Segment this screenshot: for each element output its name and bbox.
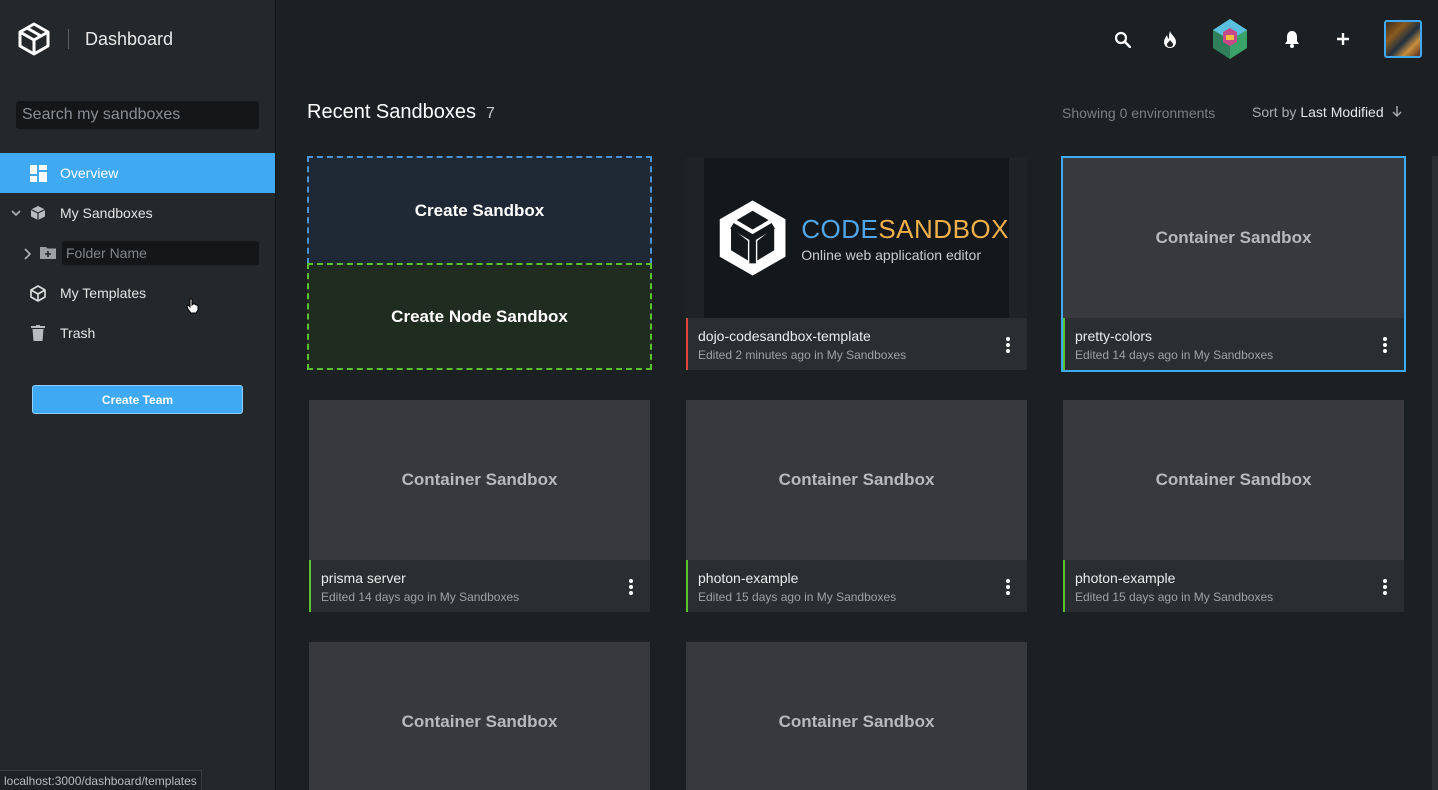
showing-environments-text: Showing 0 environments bbox=[1062, 105, 1216, 121]
sandbox-name: pretty-colors bbox=[1075, 328, 1153, 344]
recent-sandboxes-heading: Recent Sandboxes 7 bbox=[307, 101, 495, 124]
sandbox-thumbnail: Container Sandbox bbox=[1063, 158, 1404, 318]
sandbox-meta: Edited 2 minutes ago in My Sandboxes bbox=[698, 348, 907, 362]
sandbox-meta: Edited 15 days ago in My Sandboxes bbox=[698, 590, 897, 604]
create-sandbox-button[interactable]: Create Sandbox bbox=[307, 156, 652, 264]
sandbox-meta: Edited 14 days ago in My Sandboxes bbox=[1075, 348, 1274, 362]
sandbox-thumbnail: Container Sandbox bbox=[309, 642, 650, 790]
sidebar-item-label: Overview bbox=[60, 165, 119, 181]
sidebar-item-my-sandboxes[interactable]: My Sandboxes bbox=[0, 193, 275, 233]
avatar[interactable] bbox=[1384, 20, 1422, 58]
sandbox-card[interactable]: Container Sandbox photon-example Edited … bbox=[1063, 400, 1404, 612]
sidebar-item-overview[interactable]: Overview bbox=[0, 153, 275, 193]
sort-dropdown[interactable]: Sort by Last Modified bbox=[1252, 104, 1402, 120]
sidebar-item-trash[interactable]: Trash bbox=[0, 313, 275, 353]
sandbox-name: prisma server bbox=[321, 570, 406, 586]
card-footer: prisma server Edited 14 days ago in My S… bbox=[309, 560, 650, 612]
wordmark-sandbox: SANDBOX bbox=[878, 213, 1009, 244]
sandbox-card[interactable]: Container Sandbox bbox=[309, 642, 650, 790]
sandbox-thumbnail: Container Sandbox bbox=[686, 400, 1027, 560]
section-title: Recent Sandboxes bbox=[307, 101, 477, 123]
create-team-button[interactable]: Create Team bbox=[32, 385, 243, 414]
create-node-sandbox-button[interactable]: Create Node Sandbox bbox=[307, 263, 652, 370]
sandbox-meta: Edited 15 days ago in My Sandboxes bbox=[1075, 590, 1274, 604]
card-footer: dojo-codesandbox-template Edited 2 minut… bbox=[686, 318, 1027, 370]
sandbox-thumbnail: Container Sandbox bbox=[309, 400, 650, 560]
cube-icon bbox=[29, 204, 47, 222]
search-icon[interactable] bbox=[1109, 26, 1135, 52]
bell-icon[interactable] bbox=[1279, 26, 1305, 52]
sort-prefix: Sort by bbox=[1252, 104, 1297, 120]
dashboard-icon bbox=[29, 164, 47, 182]
sandbox-name: dojo-codesandbox-template bbox=[698, 328, 871, 344]
sidebar: Dashboard Overview bbox=[0, 0, 276, 790]
sandbox-count: 7 bbox=[486, 105, 495, 122]
search-sandboxes-input[interactable] bbox=[16, 101, 259, 129]
brand: Dashboard bbox=[18, 22, 173, 56]
sandbox-name: photon-example bbox=[698, 570, 799, 586]
codesandbox-banner: CODESANDBOX Online web application edito… bbox=[704, 158, 1009, 318]
codesandbox-logo-icon[interactable] bbox=[18, 22, 50, 56]
more-vertical-icon[interactable] bbox=[628, 578, 634, 596]
more-vertical-icon[interactable] bbox=[1005, 336, 1011, 354]
card-footer: photon-example Edited 15 days ago in My … bbox=[686, 560, 1027, 612]
cube-outline-icon bbox=[29, 284, 47, 302]
sandbox-thumbnail: Container Sandbox bbox=[686, 642, 1027, 790]
sandbox-thumbnail: Container Sandbox bbox=[1063, 400, 1404, 560]
sidebar-item-label: Trash bbox=[60, 325, 96, 341]
sandbox-card[interactable]: CODESANDBOX Online web application edito… bbox=[686, 158, 1027, 370]
arrow-down-icon bbox=[1392, 104, 1402, 120]
sandbox-card[interactable]: Container Sandbox prisma server Edited 1… bbox=[309, 400, 650, 612]
wordmark-tagline: Online web application editor bbox=[801, 246, 981, 263]
sidebar-item-my-templates[interactable]: My Templates bbox=[0, 273, 275, 314]
card-footer: pretty-colors Edited 14 days ago in My S… bbox=[1063, 318, 1404, 370]
chevron-down-icon[interactable] bbox=[7, 204, 25, 222]
sandbox-name: photon-example bbox=[1075, 570, 1176, 586]
codesandbox-wordmark: CODESANDBOX Online web application edito… bbox=[801, 214, 1009, 263]
sidebar-item-label: My Sandboxes bbox=[60, 205, 153, 221]
plus-icon[interactable] bbox=[1330, 26, 1356, 52]
brand-separator bbox=[68, 29, 69, 49]
scrollbar[interactable] bbox=[1432, 156, 1438, 790]
more-vertical-icon[interactable] bbox=[1382, 336, 1388, 354]
app: Dashboard Overview bbox=[0, 0, 1438, 790]
folder-name-input[interactable] bbox=[62, 241, 259, 265]
wordmark-code: CODE bbox=[801, 213, 879, 244]
card-footer: photon-example Edited 15 days ago in My … bbox=[1063, 560, 1404, 612]
patron-badge-icon[interactable] bbox=[1209, 18, 1251, 60]
sandbox-meta: Edited 14 days ago in My Sandboxes bbox=[321, 590, 520, 604]
dashboard-title: Dashboard bbox=[85, 28, 174, 49]
sandbox-thumbnail: CODESANDBOX Online web application edito… bbox=[686, 158, 1027, 318]
codesandbox-logo-icon bbox=[719, 200, 786, 276]
flame-icon[interactable] bbox=[1157, 26, 1183, 52]
folder-plus-icon bbox=[40, 246, 56, 264]
more-vertical-icon[interactable] bbox=[1382, 578, 1388, 596]
status-bar-url: localhost:3000/dashboard/templates bbox=[0, 770, 202, 790]
sandbox-card[interactable]: Container Sandbox bbox=[686, 642, 1027, 790]
sandbox-card[interactable]: Container Sandbox photon-example Edited … bbox=[686, 400, 1027, 612]
chevron-right-icon[interactable] bbox=[22, 247, 32, 265]
more-vertical-icon[interactable] bbox=[1005, 578, 1011, 596]
trash-icon bbox=[29, 324, 47, 342]
sort-value: Last Modified bbox=[1300, 104, 1384, 120]
sidebar-item-label: My Templates bbox=[60, 285, 147, 301]
sandbox-card[interactable]: Container Sandbox pretty-colors Edited 1… bbox=[1061, 156, 1406, 372]
